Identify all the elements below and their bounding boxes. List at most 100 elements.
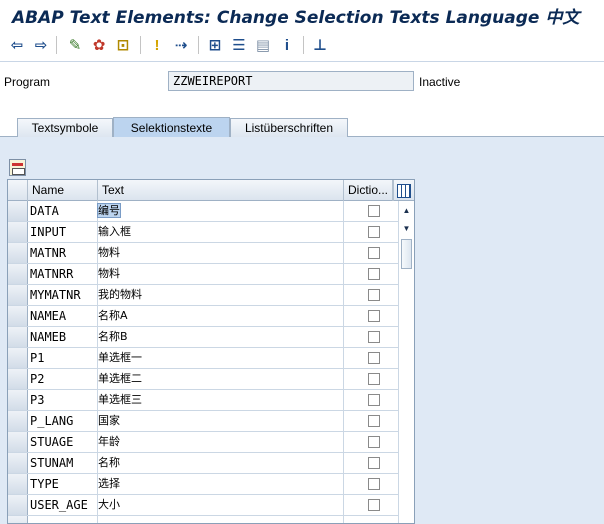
row-text-input[interactable]: 名称B: [98, 327, 344, 347]
row-text-input[interactable]: 单选框一: [98, 348, 344, 368]
row-name-cell: DATA: [28, 201, 98, 221]
scroll-up-icon[interactable]: ▲: [399, 203, 414, 218]
row-selector[interactable]: [8, 201, 28, 221]
dictionary-ref-checkbox[interactable]: [368, 247, 380, 259]
row-text-input[interactable]: 名称A: [98, 306, 344, 326]
row-dictionary-cell: [344, 474, 398, 494]
dictionary-ref-checkbox[interactable]: [368, 205, 380, 217]
table-settings-icon[interactable]: [393, 180, 414, 201]
row-dictionary-cell: [344, 327, 398, 347]
row-selector[interactable]: [8, 516, 28, 523]
row-name-cell: P3: [28, 390, 98, 410]
row-selector[interactable]: [8, 264, 28, 284]
row-text-value: 选择: [98, 477, 120, 490]
row-name-cell: NAMEB: [28, 327, 98, 347]
back-icon[interactable]: ⇦: [8, 36, 26, 54]
row-selector[interactable]: [8, 453, 28, 473]
dictionary-ref-checkbox[interactable]: [368, 373, 380, 385]
row-text-input[interactable]: 大小: [98, 495, 344, 515]
vertical-scrollbar[interactable]: ▲ ▼: [398, 201, 414, 523]
dictionary-ref-checkbox[interactable]: [368, 415, 380, 427]
row-text-input[interactable]: 物料: [98, 264, 344, 284]
row-dictionary-cell: [344, 222, 398, 242]
row-selector[interactable]: [8, 285, 28, 305]
dictionary-ref-checkbox[interactable]: [368, 394, 380, 406]
row-text-input[interactable]: 单选框三: [98, 390, 344, 410]
select-all-header[interactable]: [8, 180, 28, 201]
row-text-input[interactable]: 单选框二: [98, 369, 344, 389]
print-list-icon[interactable]: ☰: [230, 36, 248, 54]
activate-icon[interactable]: ✿: [90, 36, 108, 54]
dictionary-ref-checkbox[interactable]: [368, 478, 380, 490]
row-dictionary-cell: [344, 285, 398, 305]
row-text-input[interactable]: 物料: [98, 243, 344, 263]
tab-listueberschriften[interactable]: Listüberschriften: [230, 118, 348, 137]
table-body: DATA 编号 INPUT 输入框 MATNR 物料 MATNRR 物料 MYMATNR 我的物料…: [8, 201, 398, 523]
tab-selektionstexte[interactable]: Selektionstexte: [113, 117, 230, 138]
row-selector[interactable]: [8, 369, 28, 389]
row-selector[interactable]: [8, 222, 28, 242]
row-name-cell: P2: [28, 369, 98, 389]
dictionary-ref-checkbox[interactable]: [368, 352, 380, 364]
information-icon[interactable]: i: [278, 36, 296, 54]
row-dictionary-cell: [344, 306, 398, 326]
row-selector[interactable]: [8, 243, 28, 263]
table-row: P1 单选框一: [8, 348, 398, 369]
table-row: INPUT 输入框: [8, 222, 398, 243]
row-text-value: 单选框一: [98, 351, 142, 364]
row-selector[interactable]: [8, 432, 28, 452]
tab-textsymbole[interactable]: Textsymbole: [17, 118, 113, 137]
row-text-input[interactable]: 年龄: [98, 432, 344, 452]
row-selector[interactable]: [8, 411, 28, 431]
forward-icon[interactable]: ⇨: [32, 36, 50, 54]
row-selector[interactable]: [8, 327, 28, 347]
row-text-input[interactable]: 我的物料: [98, 285, 344, 305]
row-dictionary-cell: [344, 201, 398, 221]
dictionary-ref-checkbox[interactable]: [368, 436, 380, 448]
tree-structure-icon[interactable]: ⊥: [311, 36, 329, 54]
info-pin-icon[interactable]: !: [148, 36, 166, 54]
row-selector[interactable]: [8, 306, 28, 326]
row-dictionary-cell: [344, 432, 398, 452]
dictionary-ref-checkbox[interactable]: [368, 289, 380, 301]
row-selector[interactable]: [8, 390, 28, 410]
row-text-input[interactable]: [98, 516, 344, 523]
row-text-input[interactable]: 选择: [98, 474, 344, 494]
row-dictionary-cell: [344, 243, 398, 263]
table-row: USER_AGE 大小: [8, 495, 398, 516]
row-text-input[interactable]: 名称: [98, 453, 344, 473]
column-header-name[interactable]: Name: [28, 180, 98, 201]
row-text-input[interactable]: 国家: [98, 411, 344, 431]
row-name-cell: MATNRR: [28, 264, 98, 284]
other-object-icon[interactable]: ⊡: [114, 36, 132, 54]
table-view-icon[interactable]: ▤: [254, 36, 272, 54]
row-selector[interactable]: [8, 348, 28, 368]
dictionary-ref-checkbox[interactable]: [368, 268, 380, 280]
dictionary-ref-checkbox[interactable]: [368, 310, 380, 322]
dictionary-ref-checkbox[interactable]: [368, 226, 380, 238]
program-label: Program: [4, 75, 51, 89]
column-header-text[interactable]: Text: [98, 180, 344, 201]
hierarchy-icon[interactable]: ⊞: [206, 36, 224, 54]
navigate-icon[interactable]: ⇢: [172, 36, 190, 54]
toolbar-separator: [303, 36, 304, 54]
window-title: ABAP Text Elements: Change Selection Tex…: [12, 8, 580, 28]
row-dictionary-cell: [344, 369, 398, 389]
row-text-input[interactable]: 输入框: [98, 222, 344, 242]
column-header-dictionary[interactable]: Dictio...: [344, 180, 393, 201]
row-selector[interactable]: [8, 474, 28, 494]
display-change-icon[interactable]: ✎: [66, 36, 84, 54]
dictionary-ref-checkbox[interactable]: [368, 499, 380, 511]
tab-content: Name Text Dictio... DATA 编号 INPUT 输入框 MATNR 物…: [0, 137, 604, 524]
row-text-value: 物料: [98, 246, 120, 259]
table-row: STUAGE 年龄: [8, 432, 398, 453]
row-text-input[interactable]: 编号: [97, 201, 344, 221]
table-control-config-icon[interactable]: [9, 159, 26, 176]
dictionary-ref-checkbox[interactable]: [368, 331, 380, 343]
row-selector[interactable]: [8, 495, 28, 515]
dictionary-ref-checkbox[interactable]: [368, 457, 380, 469]
table-row: TYPE 选择: [8, 474, 398, 495]
table-row: STUNAM 名称: [8, 453, 398, 474]
scrollbar-thumb[interactable]: [401, 239, 412, 269]
scroll-down-icon[interactable]: ▼: [399, 221, 414, 236]
